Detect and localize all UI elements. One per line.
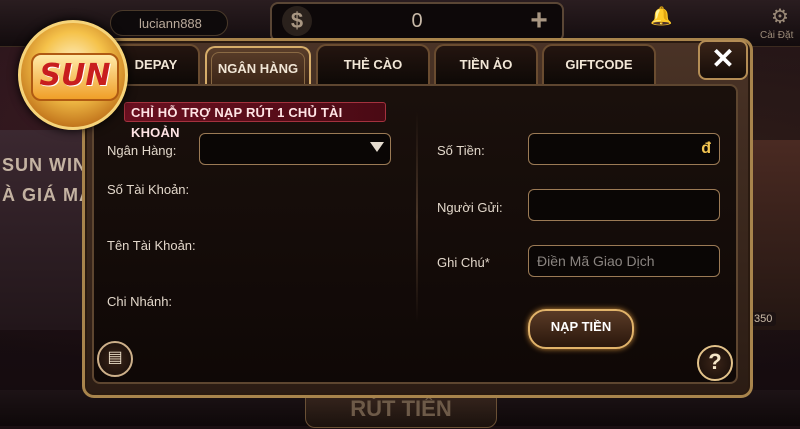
side-banner-right[interactable]: [745, 140, 800, 330]
tab-the-cao[interactable]: THẺ CÀO: [316, 44, 430, 84]
column-divider: [416, 112, 418, 322]
note-label: Ghi Chú*: [437, 255, 490, 270]
settings-label[interactable]: Cài Đặt: [760, 30, 793, 41]
sun-logo: SUN: [18, 20, 128, 130]
bank-label: Ngân Hàng:: [107, 143, 177, 158]
side-banner-number: 350: [750, 312, 777, 326]
tab-ngan-hang[interactable]: NGÂN HÀNG: [205, 46, 311, 86]
note-input[interactable]: Điền Mã Giao Dịch: [528, 245, 720, 277]
sender-input[interactable]: [528, 189, 720, 221]
note-placeholder: Điền Mã Giao Dịch: [537, 253, 655, 269]
tab-tien-ao[interactable]: TIỀN ẢO: [434, 44, 538, 84]
account-number-label: Số Tài Khoản:: [107, 182, 190, 197]
bank-form-panel: [92, 84, 738, 384]
deposit-submit-button[interactable]: NẠP TIỀN: [528, 309, 634, 349]
amount-input[interactable]: đ: [528, 133, 720, 165]
notice-banner: CHỈ HỖ TRỢ NẠP RÚT 1 CHỦ TÀI KHOẢN: [124, 102, 386, 140]
tab-ngan-hang-label: NGÂN HÀNG: [211, 52, 305, 86]
username-display: luciann888: [110, 10, 228, 36]
add-balance-button[interactable]: +: [524, 6, 554, 36]
bell-icon[interactable]: 🔔: [650, 6, 672, 27]
account-name-label: Tên Tài Khoản:: [107, 238, 196, 253]
chevron-down-icon: [370, 142, 384, 152]
balance-bar: $ 0 +: [270, 2, 564, 42]
side-banner-text: SUN WIN À GIÁ MẠ: [2, 155, 93, 205]
history-icon[interactable]: ▤: [97, 341, 133, 377]
help-icon[interactable]: ?: [697, 345, 733, 381]
tab-giftcode[interactable]: GIFTCODE: [542, 44, 656, 84]
currency-symbol: đ: [701, 140, 711, 157]
sender-label: Người Gửi:: [437, 200, 503, 215]
logo-plate: SUN: [31, 53, 119, 101]
gear-icon[interactable]: ⚙: [768, 4, 792, 28]
balance-value: 0: [411, 10, 423, 32]
bank-select[interactable]: [199, 133, 391, 165]
logo-text: SUN: [39, 58, 111, 93]
amount-label: Số Tiền:: [437, 143, 485, 158]
close-icon[interactable]: ✕: [698, 40, 748, 80]
branch-label: Chi Nhánh:: [107, 294, 173, 309]
